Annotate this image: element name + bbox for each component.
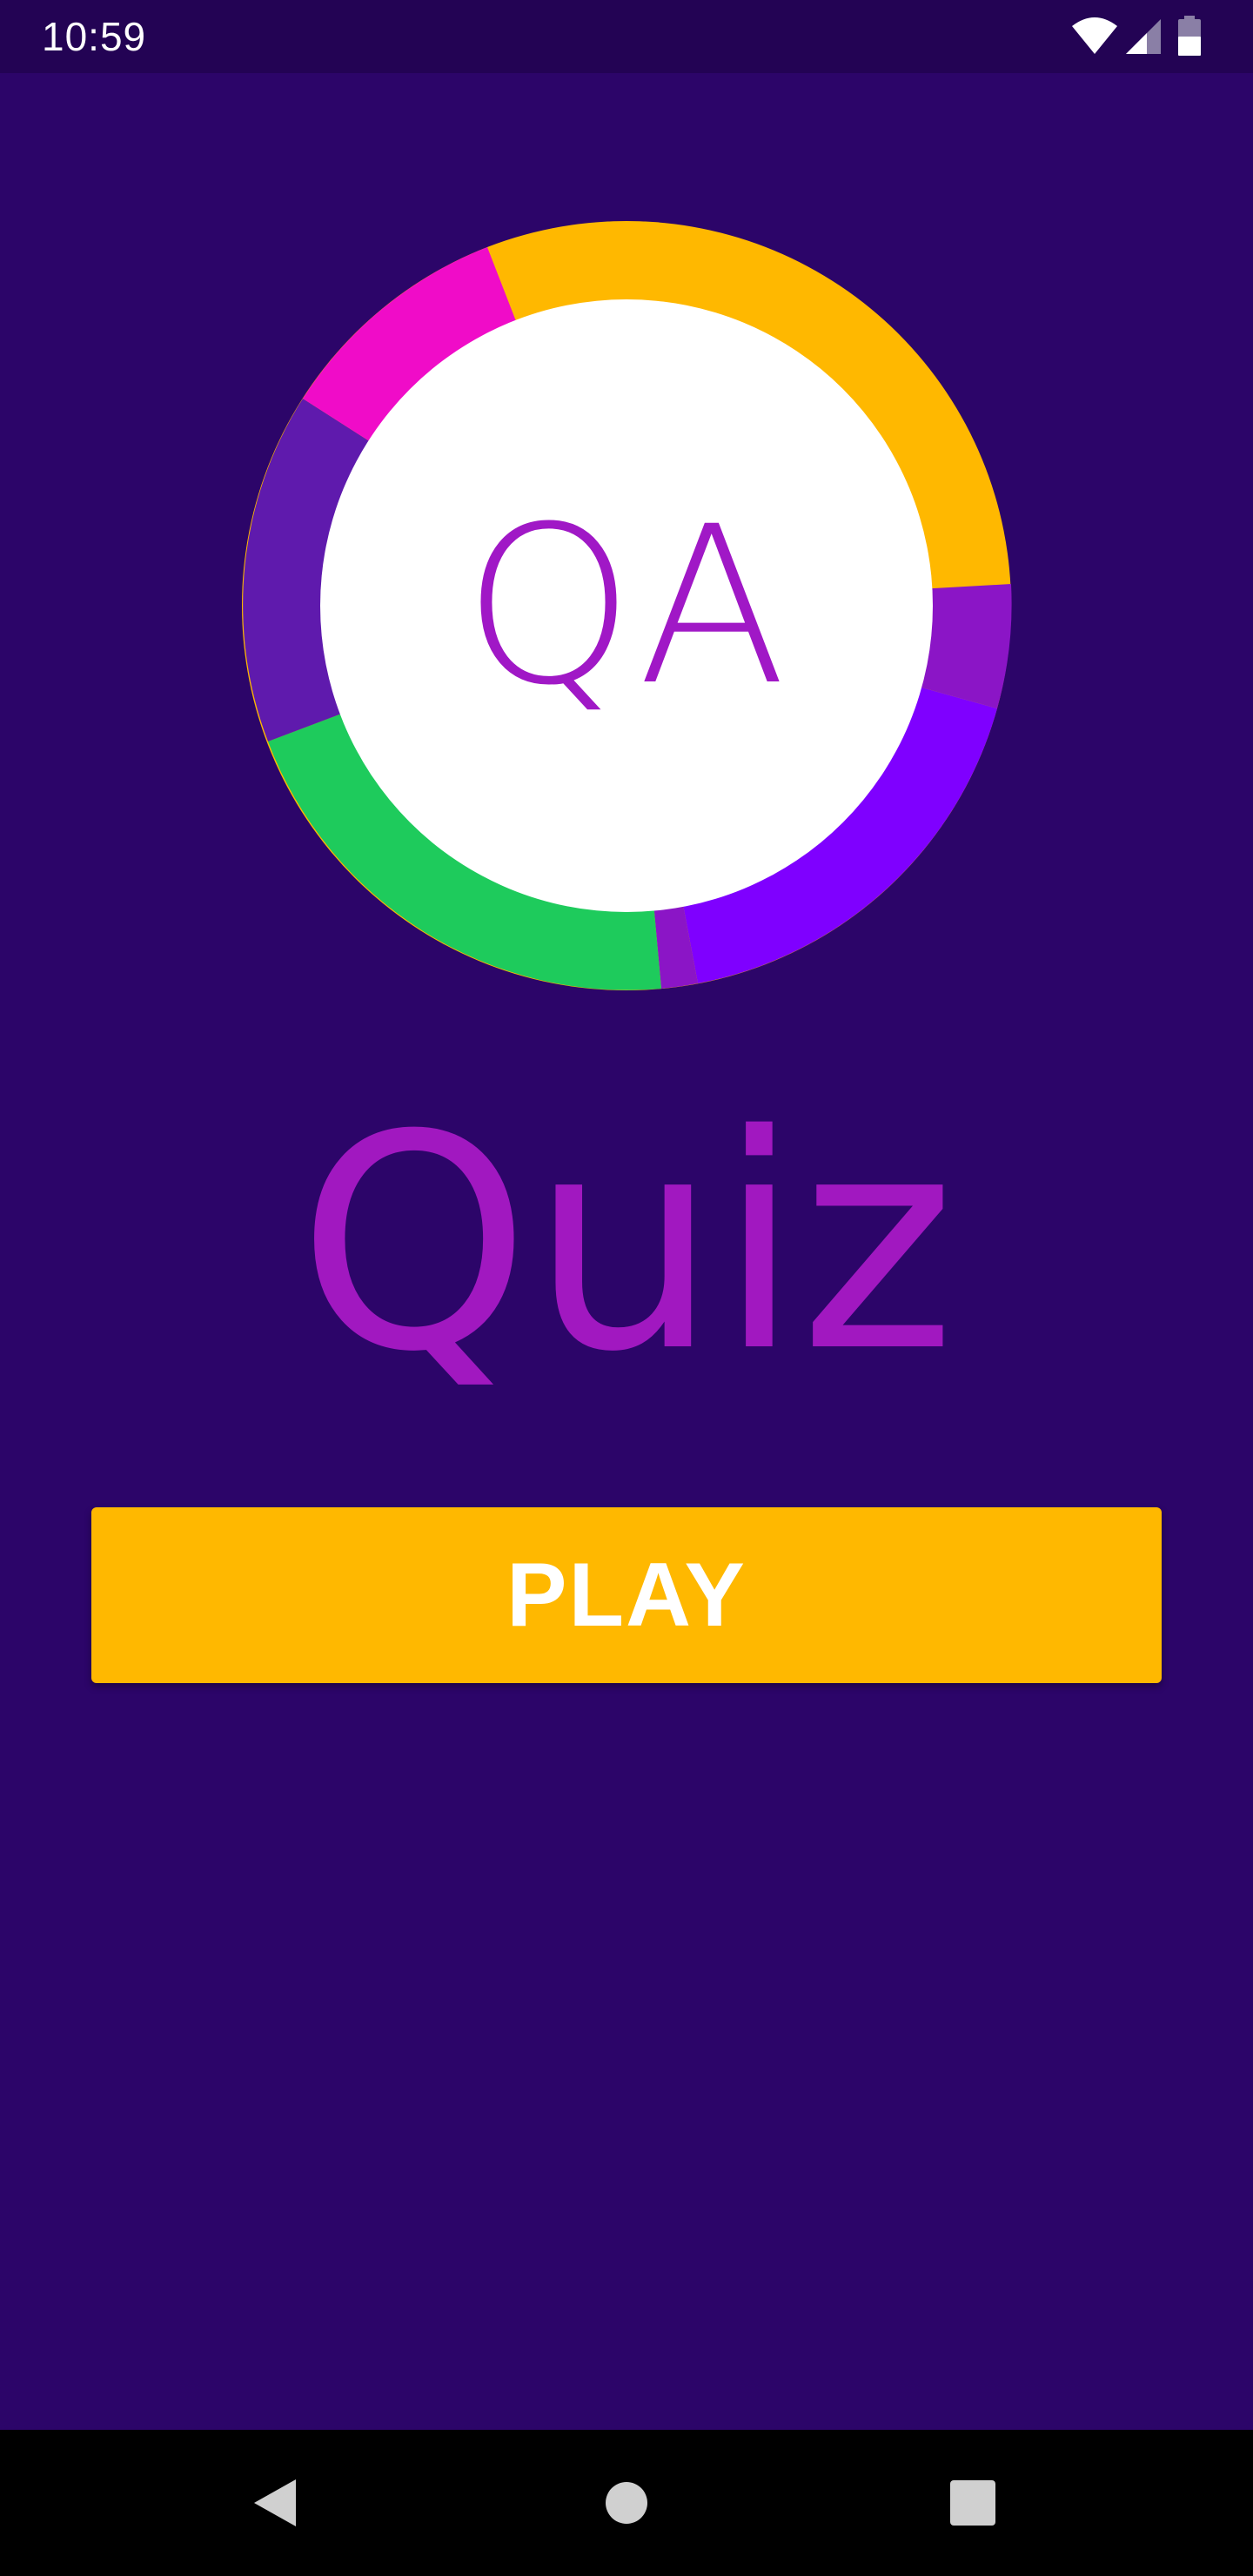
navigation-bar <box>0 2430 1253 2576</box>
status-time: 10:59 <box>42 14 147 59</box>
battery-icon <box>1178 16 1201 56</box>
status-icons <box>1070 16 1218 59</box>
back-icon <box>254 2479 296 2526</box>
home-icon <box>606 2482 647 2524</box>
logo-text: QA <box>463 479 790 733</box>
recents-icon <box>950 2480 995 2526</box>
qa-logo: QA <box>240 219 1013 992</box>
back-button[interactable] <box>231 2459 318 2546</box>
recents-button[interactable] <box>929 2459 1016 2546</box>
status-bar: 10:59 <box>0 0 1253 73</box>
cellular-signal-icon <box>1126 19 1161 54</box>
home-button[interactable] <box>583 2459 670 2546</box>
app-title: Quiz <box>297 1072 956 1417</box>
play-button[interactable]: PLAY <box>91 1507 1162 1683</box>
quiz-home-screen: 10:59 QA Quiz PLAY <box>0 0 1253 2576</box>
wifi-icon <box>1072 17 1117 54</box>
